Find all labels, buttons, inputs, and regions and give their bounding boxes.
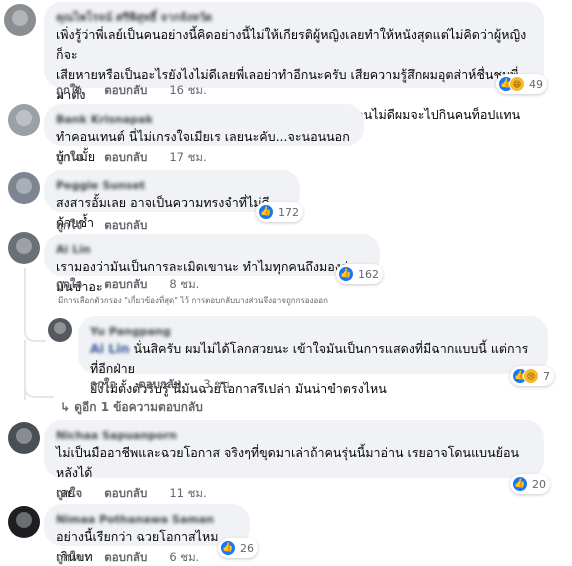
filter-note: มีการเลือกตัวกรอง "เกี่ยวข้องที่สุด" ไว้…	[58, 296, 328, 305]
comment-actions: ถูกใจ ตอบกลับ 11 ชม.	[56, 485, 225, 503]
comment-actions: ถูกใจ ตอบกลับ 8 ชม.	[56, 276, 217, 294]
like-button[interactable]: ถูกใจ	[90, 377, 116, 391]
reply-button[interactable]: ตอบกลับ	[104, 550, 147, 564]
comment-bubble: Nimaa Pothanawa Saman อย่างนี้เรียกว่า ฉ…	[44, 504, 250, 564]
comment-timestamp[interactable]: 8 ชม.	[169, 277, 199, 291]
comment-author[interactable]: Peggie Sunset	[56, 178, 288, 193]
thread-connector	[24, 330, 46, 342]
view-more-replies-link[interactable]: ↳ ดูอีก 1 ข้อความตอบกลับ	[60, 398, 203, 417]
thread-line	[24, 268, 26, 332]
comment-author[interactable]: Bank Krisnapak	[56, 112, 352, 127]
reaction-summary[interactable]: 👍 😆 49	[496, 74, 547, 94]
reply-button[interactable]: ตอบกลับ	[104, 486, 147, 500]
like-button[interactable]: ถูกใจ	[56, 277, 82, 291]
reply-button[interactable]: ตอบกลับ	[104, 277, 147, 291]
reaction-count: 49	[529, 77, 543, 91]
comment-author[interactable]: Ai Lin	[56, 242, 368, 257]
like-button[interactable]: ถูกใจ	[56, 486, 82, 500]
like-button[interactable]: ถูกใจ	[56, 218, 82, 232]
reaction-count: 26	[240, 541, 254, 555]
reaction-summary[interactable]: 👍 172	[256, 202, 303, 222]
avatar[interactable]	[4, 4, 36, 36]
reply-button[interactable]: ตอบกลับ	[104, 150, 147, 164]
like-button[interactable]: ถูกใจ	[56, 550, 82, 564]
reply-button[interactable]: ตอบกลับ	[104, 218, 147, 232]
comment-bubble: Bank Krisnapak ทำคอนเทนต์ นี่ไม่เกรงใจเม…	[44, 104, 364, 164]
comment-actions: ถูกใจ ตอบกลับ 3 ชม.	[90, 376, 251, 394]
comment-timestamp[interactable]: 16 ชม.	[169, 83, 206, 97]
like-icon: 👍	[338, 266, 354, 282]
comment-actions: ถูกใจ ตอบกลับ 17 ชม.	[56, 149, 225, 167]
reaction-count: 20	[532, 477, 546, 491]
comment-actions: ถูกใจ ตอบกลับ 6 ชม.	[56, 549, 217, 566]
avatar[interactable]	[48, 318, 72, 342]
like-button[interactable]: ถูกใจ	[56, 150, 82, 164]
comment-bubble: Nichaa Sapuanporn ไม่เป็นมืออาชีพและฉวยโ…	[44, 420, 544, 500]
comment-timestamp[interactable]: 17 ชม.	[169, 150, 206, 164]
like-icon: 👍	[512, 476, 528, 492]
avatar[interactable]	[8, 506, 40, 538]
reply-button[interactable]: ตอบกลับ	[104, 83, 147, 97]
reply-arrow-icon: ↳	[60, 400, 71, 414]
avatar[interactable]	[8, 104, 40, 136]
reaction-summary[interactable]: 👍 162	[336, 264, 383, 284]
reaction-count: 172	[278, 205, 299, 219]
avatar[interactable]	[8, 172, 40, 204]
reaction-summary[interactable]: 👍 😢 7	[510, 366, 554, 386]
avatar[interactable]	[8, 422, 40, 454]
comment-actions: ถูกใจ ตอบกลับ 16 ชม.	[56, 82, 225, 100]
sad-icon: 😢	[523, 368, 539, 384]
comment-author[interactable]: Yu Pangpang	[90, 324, 536, 339]
comment-actions: ถูกใจ ตอบกลับ	[56, 217, 165, 235]
thread-connector	[24, 384, 54, 398]
reaction-count: 162	[358, 267, 379, 281]
comment-author[interactable]: Nichaa Sapuanporn	[56, 428, 532, 443]
reaction-summary[interactable]: 👍 20	[510, 474, 550, 494]
comment-timestamp[interactable]: 3 ชม.	[203, 377, 233, 391]
like-button[interactable]: ถูกใจ	[56, 83, 82, 97]
comment-author[interactable]: Nimaa Pothanawa Saman	[56, 512, 238, 527]
like-icon: 👍	[220, 540, 236, 556]
reaction-count: 7	[543, 369, 550, 383]
reaction-summary[interactable]: 👍 26	[218, 538, 258, 558]
comment-bubble: คุณไพโรจน์ ศรีพิสุทธิ์ จากจังหวัด เพิ่งร…	[44, 2, 544, 122]
mention-tag[interactable]: Ai Lin	[90, 341, 129, 356]
avatar[interactable]	[8, 232, 40, 264]
haha-icon: 😆	[509, 76, 525, 92]
reply-button[interactable]: ตอบกลับ	[138, 377, 181, 391]
comment-timestamp[interactable]: 11 ชม.	[169, 486, 206, 500]
comment-timestamp[interactable]: 6 ชม.	[169, 550, 199, 564]
comment-author[interactable]: คุณไพโรจน์ ศรีพิสุทธิ์ จากจังหวัด	[56, 10, 532, 25]
like-icon: 👍	[258, 204, 274, 220]
comment-bubble: Ai Lin เรามองว่ามันเป็นการละเมิดเขานะ ทำ…	[44, 234, 380, 294]
view-more-replies-label: ดูอีก 1 ข้อความตอบกลับ	[74, 400, 203, 414]
comment-bubble: Yu Pangpang Ai Lin นั่นสิครับ ผมไม่ได้โล…	[78, 316, 548, 396]
